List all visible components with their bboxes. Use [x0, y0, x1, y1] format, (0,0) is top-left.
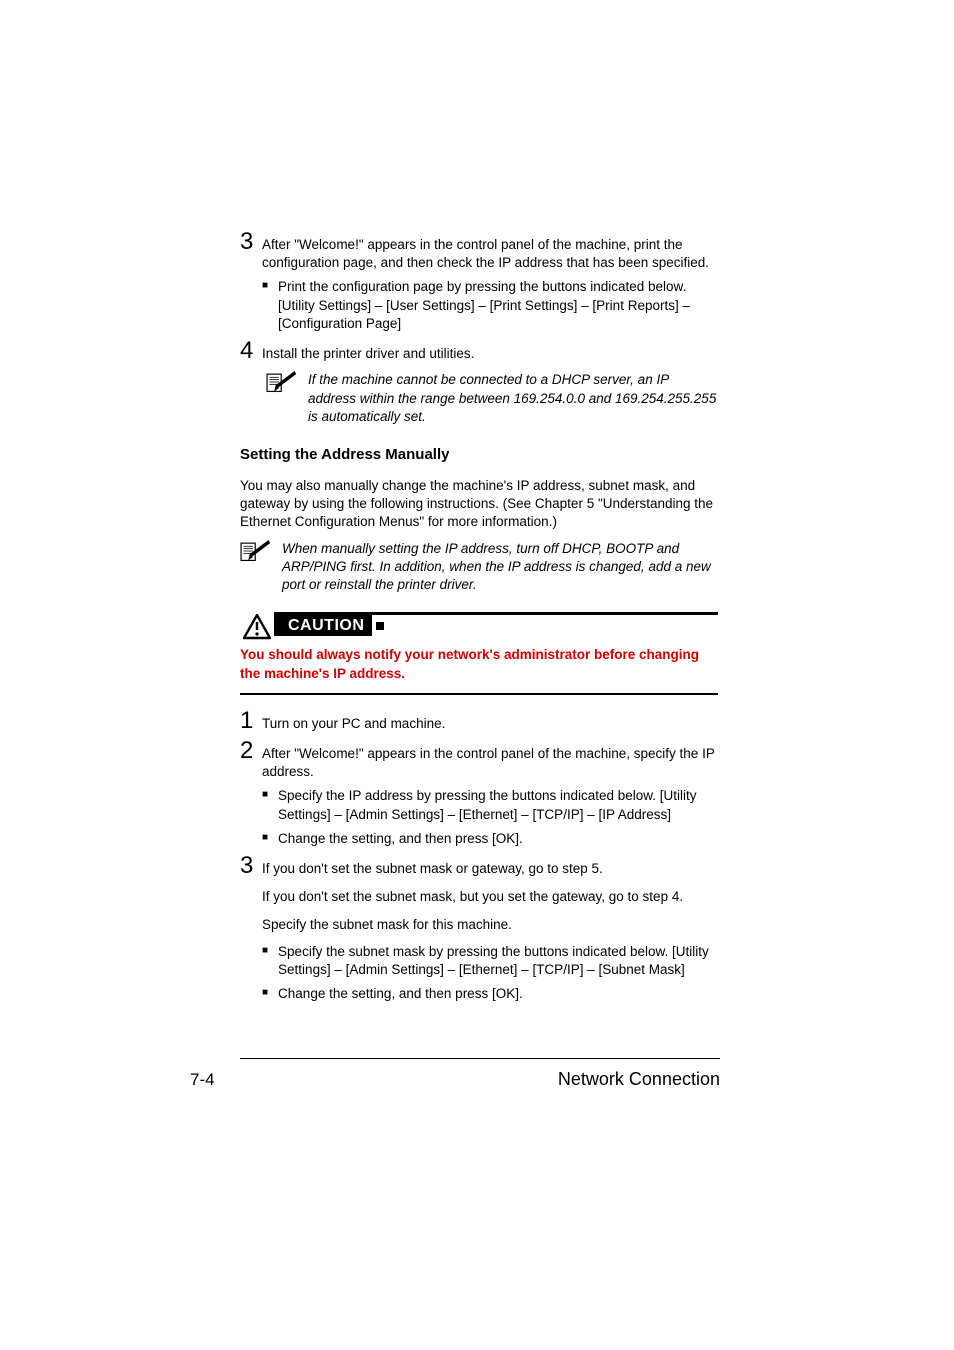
- footer-rule: [240, 1058, 720, 1059]
- step-number-4: 4: [240, 339, 262, 363]
- step-3b-text: If you don't set the subnet mask or gate…: [262, 854, 718, 878]
- step-2b-bullet-1: Specify the IP address by pressing the b…: [240, 787, 718, 823]
- page-title: Network Connection: [558, 1069, 720, 1090]
- page-footer: 7-4 Network Connection: [190, 1058, 718, 1090]
- step-3b-para-2: Specify the subnet mask for this machine…: [240, 916, 718, 934]
- caution-body: You should always notify your network's …: [240, 646, 718, 682]
- step-1b-text: Turn on your PC and machine.: [262, 709, 718, 733]
- step-4a-note: If the machine cannot be connected to a …: [240, 371, 718, 426]
- section-note-text: When manually setting the IP address, tu…: [268, 540, 718, 595]
- page: 3 After "Welcome!" appears in the contro…: [0, 0, 954, 1350]
- step-2b-bullet-2: Change the setting, and then press [OK].: [240, 830, 718, 848]
- step-3a: 3 After "Welcome!" appears in the contro…: [240, 230, 718, 272]
- step-3b-bullet-1-text: Specify the subnet mask by pressing the …: [278, 943, 718, 979]
- step-3a-text: After "Welcome!" appears in the control …: [262, 230, 718, 272]
- content-area: 3 After "Welcome!" appears in the contro…: [240, 230, 718, 1003]
- step-2b-bullet-2-text: Change the setting, and then press [OK].: [278, 830, 718, 848]
- caution-triangle-icon: [240, 612, 274, 640]
- step-4a-note-text: If the machine cannot be connected to a …: [294, 371, 718, 426]
- caution-label: CAUTION: [282, 617, 364, 635]
- step-3a-bullet: Print the configuration page by pressing…: [240, 278, 718, 333]
- step-4a-text: Install the printer driver and utilities…: [262, 339, 718, 363]
- section-intro: You may also manually change the machine…: [240, 477, 718, 532]
- step-number-3b: 3: [240, 854, 262, 878]
- note-icon: [240, 540, 268, 560]
- step-3b-bullet-2: Change the setting, and then press [OK].: [240, 985, 718, 1003]
- caution-block: CAUTION You should always notify your ne…: [240, 612, 718, 694]
- step-2b-text: After "Welcome!" appears in the control …: [262, 739, 718, 781]
- caution-underline: [240, 693, 718, 695]
- step-3b-bullet-1: Specify the subnet mask by pressing the …: [240, 943, 718, 979]
- step-number-3: 3: [240, 230, 262, 254]
- step-3b-para-1: If you don't set the subnet mask, but yo…: [240, 888, 718, 906]
- step-3b-bullet-2-text: Change the setting, and then press [OK].: [278, 985, 718, 1003]
- step-number-2: 2: [240, 739, 262, 763]
- step-3a-bullet-text: Print the configuration page by pressing…: [278, 278, 718, 333]
- step-number-1: 1: [240, 709, 262, 733]
- step-2b: 2 After "Welcome!" appears in the contro…: [240, 739, 718, 781]
- page-number: 7-4: [190, 1070, 215, 1090]
- step-2b-bullet-1-text: Specify the IP address by pressing the b…: [278, 787, 718, 823]
- note-icon: [266, 371, 294, 391]
- section-heading: Setting the Address Manually: [240, 446, 718, 463]
- section-note: When manually setting the IP address, tu…: [240, 540, 718, 595]
- step-1b: 1 Turn on your PC and machine.: [240, 709, 718, 733]
- step-4a: 4 Install the printer driver and utiliti…: [240, 339, 718, 363]
- step-3b: 3 If you don't set the subnet mask or ga…: [240, 854, 718, 878]
